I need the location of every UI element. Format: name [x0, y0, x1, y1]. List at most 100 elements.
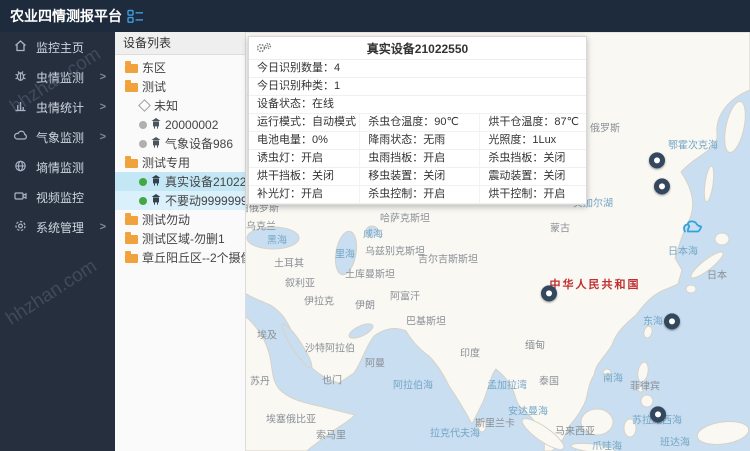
- map-country-label: 伊朗: [355, 297, 375, 312]
- map-country-label: 叙利亚: [285, 275, 315, 290]
- tree-device-do-not-touch[interactable]: 不要动99999999: [115, 191, 245, 210]
- detail-cell: 杀虫仓温度：90℃: [360, 114, 480, 132]
- map-country-label: 苏丹: [250, 373, 270, 388]
- detail-cell: 电池电量：0%: [249, 132, 360, 150]
- map-country-label: 巴基斯坦: [406, 313, 446, 328]
- tree-folder-zhangqiu[interactable]: 章丘阳丘区--2个摄像头: [115, 248, 245, 267]
- device-detail-grid: 运行模式：自动模式 杀虫仓温度：90℃ 烘干仓温度：87℃ 电池电量：0% 降雨…: [249, 114, 586, 204]
- detail-cell: 烘干仓温度：87℃: [480, 114, 586, 132]
- tree-device-weather986[interactable]: 气象设备986: [115, 134, 245, 153]
- map-country-label: 菲律宾: [630, 378, 660, 393]
- tree-device-20000002[interactable]: 20000002: [115, 115, 245, 134]
- map-sea-label: 安达曼海: [508, 403, 548, 418]
- chevron-right-icon: >: [100, 71, 106, 83]
- map-sea-label: 班达海: [660, 434, 690, 449]
- sidebar-item-video-monitor[interactable]: 视频监控: [0, 182, 115, 212]
- tree-item-label: 章丘阳丘区--2个摄像头: [142, 249, 245, 266]
- device-location-pin[interactable]: [541, 285, 557, 301]
- tree-folder-test-area[interactable]: 测试区域-勿删1: [115, 229, 245, 248]
- tree-folder-test-dedicated[interactable]: 测试专用: [115, 153, 245, 172]
- tree-item-label: 测试: [142, 78, 166, 95]
- sidebar-item-weather-monitor[interactable]: 气象监测 >: [0, 122, 115, 152]
- tree-item-label: 不要动99999999: [165, 192, 245, 209]
- sidebar-item-label: 墒情监测: [36, 159, 84, 176]
- sidebar-item-system-admin[interactable]: 系统管理 >: [0, 212, 115, 242]
- sidebar-item-label: 监控主页: [36, 39, 84, 56]
- sidebar-item-soil-monitor[interactable]: 墒情监测: [0, 152, 115, 182]
- sidebar-item-label: 视频监控: [36, 189, 84, 206]
- today-types-row: 今日识别种类：1: [249, 78, 586, 96]
- tree-folder-test[interactable]: 测试: [115, 77, 245, 96]
- tree-item-label: 气象设备986: [165, 135, 233, 152]
- device-location-pin[interactable]: [654, 178, 670, 194]
- map-sea-label: 咸海: [363, 226, 383, 241]
- sidebar-item-label: 虫情统计: [36, 99, 84, 116]
- device-location-pin[interactable]: [649, 152, 665, 168]
- map-country-label: 印度: [460, 345, 480, 360]
- map-country-label: 阿曼: [365, 355, 385, 370]
- device-location-pin[interactable]: [650, 406, 666, 422]
- map-sea-label: 爪哇海: [592, 438, 622, 451]
- tree-folder-test-nomove[interactable]: 测试勿动: [115, 210, 245, 229]
- home-icon: [13, 38, 28, 56]
- map-country-label: 也门: [322, 372, 342, 387]
- tree-device-real-21022550[interactable]: 真实设备21022550: [115, 172, 245, 191]
- gear-icon: [13, 218, 28, 236]
- globe-icon: [13, 158, 28, 176]
- folder-icon: [125, 235, 138, 244]
- device-list-panel: 设备列表 东区 测试 未知 20000002 气象设备986 测试专用: [115, 32, 246, 451]
- folder-icon: [125, 64, 138, 73]
- tree-node-unknown[interactable]: 未知: [115, 96, 245, 115]
- map-sea-label: 东海: [643, 313, 663, 328]
- settings-gears-icon[interactable]: [255, 41, 273, 57]
- map-country-label: 埃塞俄比亚: [266, 411, 316, 426]
- map-country-label: 索马里: [316, 427, 346, 442]
- detail-cell: 杀虫控制：开启: [360, 186, 480, 204]
- map-sea-label: 孟加拉湾: [487, 377, 527, 392]
- chart-icon: [13, 98, 28, 116]
- bug-icon: [13, 68, 28, 86]
- cloud-icon: [13, 128, 28, 146]
- map-country-label: 泰国: [539, 373, 559, 388]
- sidebar-item-monitor-home[interactable]: 监控主页: [0, 32, 115, 62]
- map-country-label: 沙特阿拉伯: [305, 340, 355, 355]
- tree-item-label: 东区: [142, 59, 166, 76]
- chevron-right-icon: >: [100, 221, 106, 233]
- device-list-title: 设备列表: [115, 32, 245, 55]
- tree-folder-east[interactable]: 东区: [115, 58, 245, 77]
- detail-cell: 运行模式：自动模式: [249, 114, 360, 132]
- tree-item-label: 测试区域-勿删1: [142, 230, 225, 247]
- map-country-label: 蒙古: [550, 220, 570, 235]
- camera-icon: [13, 188, 28, 206]
- sidebar-item-insect-monitor[interactable]: 虫情监测 >: [0, 62, 115, 92]
- map-country-label: 阿富汗: [390, 288, 420, 303]
- map-sea-label: 日本海: [668, 243, 698, 258]
- map-country-label: 乌克兰: [246, 218, 276, 233]
- chevron-right-icon: >: [100, 131, 106, 143]
- detail-cell: 诱虫灯：开启: [249, 150, 360, 168]
- sidebar-item-insect-stats[interactable]: 虫情统计 >: [0, 92, 115, 122]
- map-sea-label: 南海: [603, 370, 623, 385]
- map-country-label: 吉尔吉斯斯坦: [418, 251, 478, 266]
- insect-trap-icon: [151, 118, 161, 132]
- map-sea-label: 拉克代夫海: [430, 425, 480, 440]
- detail-cell: 震动装置：关闭: [480, 168, 586, 186]
- today-count-row: 今日识别数量：4: [249, 60, 586, 78]
- device-info-popup: 真实设备21022550 今日识别数量：4 今日识别种类：1 设备状态：在线 运…: [248, 36, 587, 205]
- map-country-label: 土耳其: [274, 255, 304, 270]
- tree-item-label: 未知: [154, 97, 178, 114]
- offline-status-dot: [139, 121, 147, 129]
- map-country-label: 俄罗斯: [590, 120, 620, 135]
- map-sea-label: 黑海: [267, 232, 287, 247]
- folder-icon: [125, 216, 138, 225]
- map-country-label: 斯里兰卡: [475, 415, 515, 430]
- bird-marker-icon[interactable]: [679, 218, 703, 241]
- layout-toggle-icon[interactable]: [127, 9, 144, 24]
- device-location-pin[interactable]: [664, 313, 680, 329]
- sidebar-item-label: 系统管理: [36, 219, 84, 236]
- detail-cell: 光照度：1Lux: [480, 132, 586, 150]
- detail-cell: 补光灯：开启: [249, 186, 360, 204]
- detail-cell: 虫雨挡板：开启: [360, 150, 480, 168]
- tree-item-label: 测试专用: [142, 154, 190, 171]
- detail-cell: 移虫装置：关闭: [360, 168, 480, 186]
